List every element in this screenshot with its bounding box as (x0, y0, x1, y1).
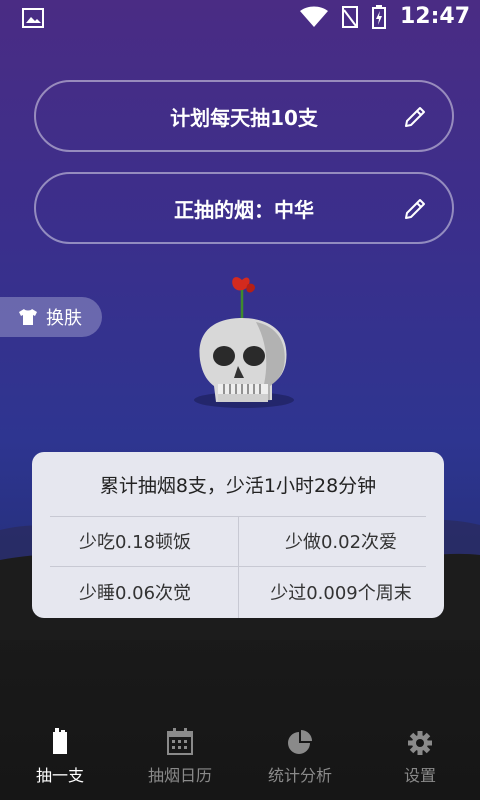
brand-label: 正抽的烟：中华 (174, 197, 314, 222)
app-screen: 12:47 计划每天抽10支 正抽的烟：中华 换肤 累计抽烟8支，少活1小时28… (0, 0, 480, 800)
stat-weekend: 少过0.009个周末 (270, 583, 412, 604)
nav-smoke[interactable]: 抽一支 (0, 712, 120, 800)
status-icons: 12:47 (299, 4, 470, 29)
nav-stats[interactable]: 统计分析 (240, 712, 360, 800)
status-time: 12:47 (399, 4, 470, 29)
shirt-icon (19, 309, 37, 325)
battery-charging-icon (371, 4, 386, 29)
status-bar: 12:47 (0, 0, 480, 40)
image-icon (22, 8, 44, 28)
skull-illustration[interactable] (186, 270, 296, 420)
nav-settings-label: 设置 (403, 766, 436, 785)
brand-button[interactable]: 正抽的烟：中华 (34, 172, 454, 244)
nav-settings[interactable]: 设置 (360, 712, 480, 800)
stat-sleep: 少睡0.06次觉 (78, 583, 192, 604)
stats-summary: 累计抽烟8支，少活1小时28分钟 (99, 474, 377, 497)
stat-meals: 少吃0.18顿饭 (78, 532, 192, 553)
skin-label: 换肤 (46, 308, 82, 329)
pencil-icon[interactable] (402, 104, 428, 130)
pencil-icon[interactable] (402, 196, 428, 222)
pie-chart-icon (288, 730, 312, 754)
stats-card: 累计抽烟8支，少活1小时28分钟 少吃0.18顿饭 少做0.02次爱 少睡0.0… (32, 452, 444, 618)
calendar-icon (167, 728, 193, 755)
bottom-nav: 抽一支 抽烟日历 统计分析 设置 (0, 712, 480, 800)
no-signal-icon (341, 5, 358, 28)
skin-button[interactable]: 换肤 (0, 297, 102, 337)
cigarette-icon (53, 728, 67, 754)
gear-icon (408, 731, 432, 755)
nav-calendar[interactable]: 抽烟日历 (120, 712, 240, 800)
plan-label: 计划每天抽10支 (170, 105, 318, 130)
plan-button[interactable]: 计划每天抽10支 (34, 80, 454, 152)
nav-smoke-label: 抽一支 (35, 766, 84, 785)
nav-stats-label: 统计分析 (267, 766, 332, 785)
stat-love: 少做0.02次爱 (284, 532, 398, 553)
wifi-icon (299, 6, 328, 27)
nav-calendar-label: 抽烟日历 (147, 766, 212, 785)
